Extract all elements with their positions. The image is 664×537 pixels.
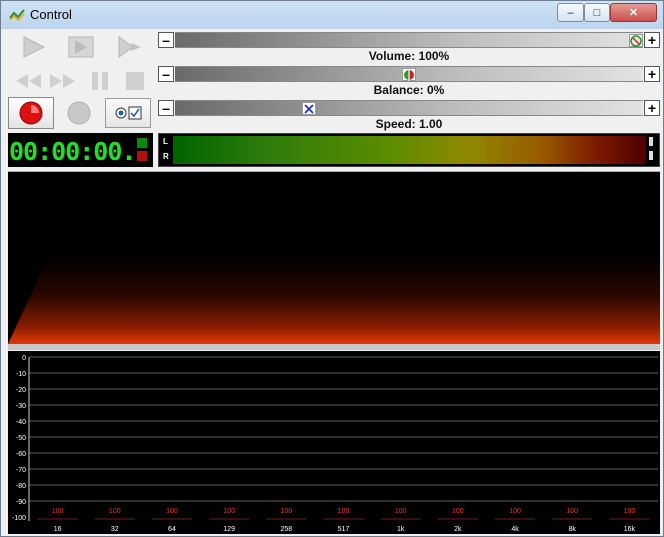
minimize-button[interactable]: – xyxy=(557,3,584,22)
visualization-panel xyxy=(8,171,660,350)
record-options-button[interactable] xyxy=(105,98,151,128)
fast-forward-icon xyxy=(50,74,75,88)
balance-thumb[interactable] xyxy=(402,68,416,81)
record-button[interactable] xyxy=(8,97,54,129)
status-led-green xyxy=(137,138,147,148)
pause-button[interactable] xyxy=(80,66,120,96)
close-button[interactable]: ✕ xyxy=(610,3,657,22)
spectrum-graph: 0 -10 -20 -30 -40 -50 -60 -70 -80 -90 -100 16 100 32 1… xyxy=(12,355,658,533)
step-forward-button[interactable] xyxy=(61,32,101,62)
db-tick-label: -100 xyxy=(12,515,26,522)
volume-decrease-button[interactable]: – xyxy=(158,32,174,48)
frequency-tick-label: 16 xyxy=(54,526,62,533)
status-led-red xyxy=(137,151,147,161)
level-meter: L R xyxy=(158,133,660,167)
frequency-tick-label: 16k xyxy=(624,526,636,533)
close-icon: ✕ xyxy=(628,7,639,19)
balance-caption: Balance: 0% xyxy=(373,83,445,97)
stop-button[interactable] xyxy=(115,66,155,96)
db-tick-label: -60 xyxy=(16,451,26,458)
band-value-label: 100 xyxy=(452,508,464,515)
band-value-label: 100 xyxy=(280,508,292,515)
window-title: Control xyxy=(30,7,72,22)
app-icon xyxy=(9,9,25,22)
speed-thumb[interactable] xyxy=(302,102,316,115)
play-next-icon xyxy=(118,36,141,58)
balance-increase-button[interactable]: + xyxy=(644,66,660,82)
balance-slider[interactable]: – + xyxy=(158,66,660,84)
frequency-tick-label: 1k xyxy=(397,526,405,533)
band-value-label: 100 xyxy=(223,508,235,515)
meter-peak-right xyxy=(649,151,653,160)
speed-increase-button[interactable]: + xyxy=(644,100,660,116)
band-value-label: 100 xyxy=(109,508,121,515)
band-value-label: 100 xyxy=(509,508,521,515)
record-options-icon xyxy=(115,106,142,120)
db-tick-label: -80 xyxy=(16,483,26,490)
rewind-button[interactable] xyxy=(8,66,48,96)
rewind-icon xyxy=(16,74,41,88)
frequency-tick-label: 2k xyxy=(454,526,462,533)
db-tick-label: -50 xyxy=(16,435,26,442)
record-inactive-icon xyxy=(67,101,91,125)
speed-track[interactable] xyxy=(175,100,643,116)
meter-peak-left xyxy=(649,137,653,146)
db-tick-label: -10 xyxy=(16,371,26,378)
band-value-label: 100 xyxy=(338,508,350,515)
frequency-tick-label: 517 xyxy=(338,526,350,533)
time-readout: 00:00:00.0 xyxy=(9,137,135,166)
band-value-label: 100 xyxy=(166,508,178,515)
title-bar[interactable]: Control – □ ✕ xyxy=(1,1,663,29)
speed-caption: Speed: 1.00 xyxy=(375,117,443,131)
record-inactive-button[interactable] xyxy=(59,98,99,128)
control-window: Control – □ ✕ – + Volume: 100% – + Balan… xyxy=(0,0,664,537)
pause-icon xyxy=(92,72,108,90)
maximize-icon: □ xyxy=(593,6,601,19)
volume-caption: Volume: 100% xyxy=(368,49,450,63)
play-next-button[interactable] xyxy=(108,32,148,62)
balance-knob-icon xyxy=(404,68,414,81)
spectrum-analyzer: 0 -10 -20 -30 -40 -50 -60 -70 -80 -90 -100 16 100 32 1… xyxy=(8,351,660,534)
volume-knob-icon xyxy=(630,34,642,47)
band-value-label: 100 xyxy=(52,508,64,515)
level-meter-bar xyxy=(173,136,646,164)
band-value-label: 100 xyxy=(395,508,407,515)
volume-increase-button[interactable]: + xyxy=(644,32,660,48)
play-button[interactable] xyxy=(13,32,53,62)
maximize-button[interactable]: □ xyxy=(584,3,610,22)
balance-track[interactable] xyxy=(175,66,643,82)
volume-slider[interactable]: – + xyxy=(158,32,660,50)
band-value-label: 100 xyxy=(624,508,636,515)
minimize-icon: – xyxy=(567,6,574,19)
fast-forward-button[interactable] xyxy=(43,66,83,96)
frequency-tick-label: 129 xyxy=(223,526,235,533)
db-tick-label: 0 xyxy=(22,355,26,362)
frequency-tick-label: 258 xyxy=(280,526,292,533)
frequency-tick-label: 4k xyxy=(511,526,519,533)
speed-knob-icon xyxy=(304,103,314,114)
step-forward-icon xyxy=(68,36,94,58)
play-icon xyxy=(23,36,46,58)
db-tick-label: -30 xyxy=(16,403,26,410)
db-tick-label: -40 xyxy=(16,419,26,426)
volume-track[interactable] xyxy=(175,32,643,48)
visualization-graphic xyxy=(8,258,660,350)
balance-decrease-button[interactable]: – xyxy=(158,66,174,82)
speed-slider[interactable]: – + xyxy=(158,100,660,118)
db-tick-label: -90 xyxy=(16,499,26,506)
volume-thumb[interactable] xyxy=(629,34,643,47)
time-display: 00:00:00.0 xyxy=(8,133,153,167)
meter-right-label: R xyxy=(163,152,169,161)
db-tick-label: -20 xyxy=(16,387,26,394)
stop-icon xyxy=(126,72,144,90)
frequency-tick-label: 64 xyxy=(168,526,176,533)
control-panel: – + Volume: 100% – + Balance: 0% – + Spe… xyxy=(4,29,660,534)
frequency-tick-label: 8k xyxy=(569,526,577,533)
record-icon xyxy=(19,101,43,125)
db-tick-label: -70 xyxy=(16,467,26,474)
frequency-tick-label: 32 xyxy=(111,526,119,533)
speed-decrease-button[interactable]: – xyxy=(158,100,174,116)
band-value-label: 100 xyxy=(566,508,578,515)
meter-left-label: L xyxy=(163,137,168,146)
